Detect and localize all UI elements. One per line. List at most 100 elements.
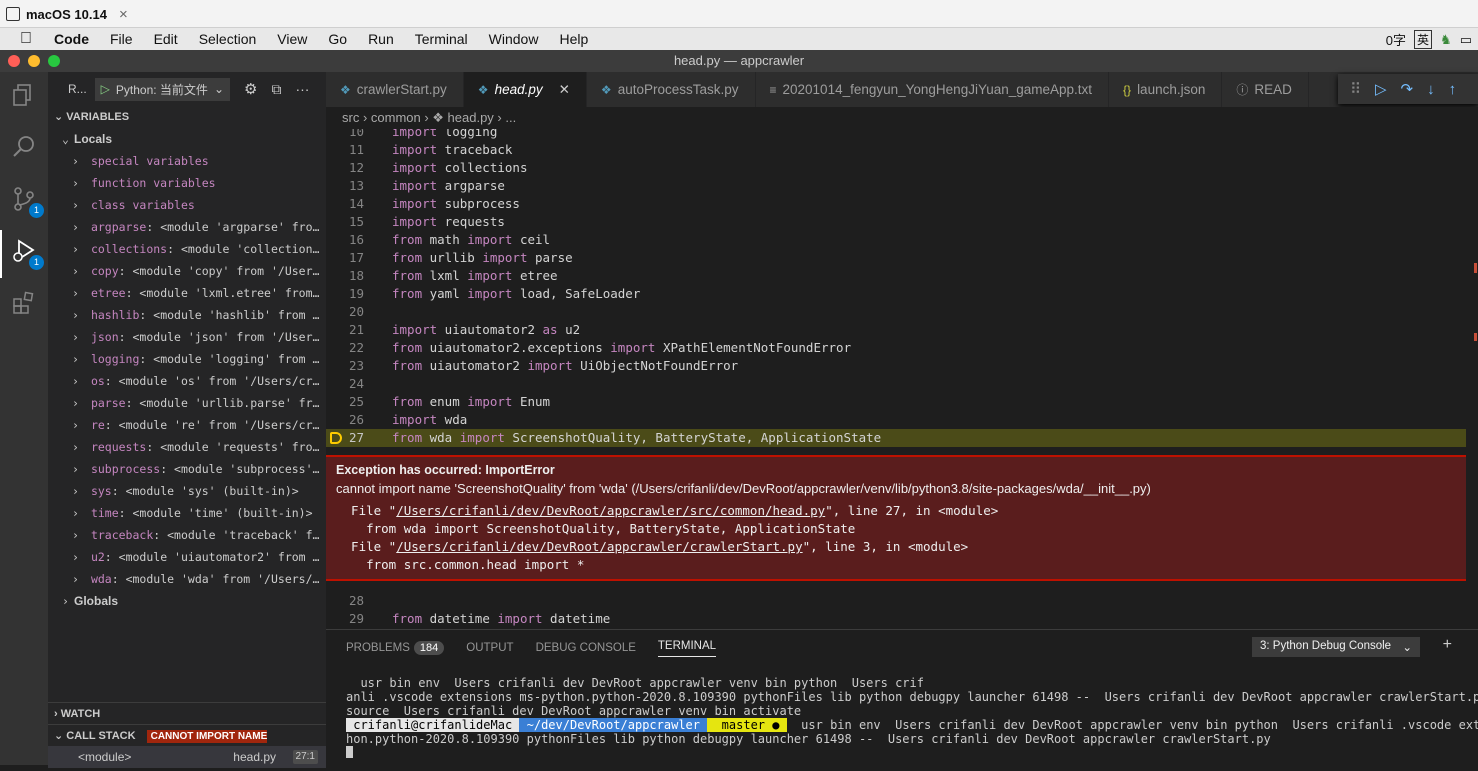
gear-icon[interactable]: ⚙ — [244, 80, 257, 98]
group-class-variables[interactable]: › class variables — [48, 194, 326, 216]
variable-row[interactable]: › logging: <module 'logging' from '/U... — [48, 348, 326, 370]
start-debug-icon[interactable]: ▷ — [101, 82, 110, 96]
variable-row[interactable]: › hashlib: <module 'hashlib' from '/U... — [48, 304, 326, 326]
search-icon[interactable] — [10, 134, 38, 162]
code-line[interactable]: 23 from uiautomator2 import UiObjectNotFo… — [326, 357, 1466, 375]
variable-row[interactable]: › collections: <module 'collections' ... — [48, 238, 326, 260]
menu-terminal[interactable]: Terminal — [415, 31, 468, 47]
menu-run[interactable]: Run — [368, 31, 394, 47]
code-line[interactable]: 29 from datetime import datetime — [326, 610, 1466, 628]
tab-launch-json[interactable]: {} launch.json — [1109, 72, 1223, 107]
ime-indicator[interactable]: 英 — [1414, 30, 1433, 49]
tab-read[interactable]: ⓘ READ — [1222, 72, 1309, 107]
watch-section-header[interactable]: › WATCH — [48, 702, 326, 724]
open-terminal-icon[interactable]: ⧉ — [271, 81, 281, 98]
overview-ruler[interactable] — [1472, 263, 1478, 343]
close-icon[interactable]: ✕ — [559, 82, 570, 98]
variable-row[interactable]: › json: <module 'json' from '/Users/c... — [48, 326, 326, 348]
run-debug-icon[interactable]: 1 — [10, 238, 44, 270]
apple-icon[interactable]:  — [20, 30, 40, 48]
word-count-status[interactable]: 0字 — [1386, 30, 1406, 49]
menu-extra-icon[interactable]: ▭ — [1460, 32, 1472, 48]
new-terminal-button[interactable]: + — [1443, 636, 1452, 654]
code-line[interactable]: 13 import argparse — [326, 177, 1466, 195]
menu-selection[interactable]: Selection — [199, 31, 257, 47]
variable-row[interactable]: › time: <module 'time' (built-in)> — [48, 502, 326, 524]
callstack-section-header[interactable]: ⌄ CALL STACK CANNOT IMPORT NAME 'SCREENS… — [48, 724, 326, 766]
code-line[interactable]: 16 from math import ceil — [326, 231, 1466, 249]
code-line[interactable]: 17 from urllib import parse — [326, 249, 1466, 267]
tab-problems[interactable]: PROBLEMS 184 — [346, 641, 445, 655]
step-out-icon[interactable]: ↑ — [1449, 81, 1457, 98]
group-special-variables[interactable]: › special variables — [48, 150, 326, 172]
group-function-variables[interactable]: › function variables — [48, 172, 326, 194]
launch-config-select[interactable]: ▷ Python: 当前文件 ⌄ — [94, 77, 230, 101]
variable-row[interactable]: › subprocess: <module 'subprocess' fr... — [48, 458, 326, 480]
close-window-button[interactable] — [8, 55, 20, 67]
variable-row[interactable]: › os: <module 'os' from '/Users/crifa... — [48, 370, 326, 392]
minimize-window-button[interactable] — [28, 55, 40, 67]
tab-debug-console[interactable]: DEBUG CONSOLE — [536, 642, 636, 654]
code-line[interactable]: 27 from wda import ScreenshotQuality, Bat… — [326, 429, 1466, 447]
variable-row[interactable]: › copy: <module 'copy' from '/Users/c... — [48, 260, 326, 282]
menu-window[interactable]: Window — [489, 31, 539, 47]
code-line[interactable]: 25 from enum import Enum — [326, 393, 1466, 411]
code-editor[interactable]: 10 import logging 11 import traceback 12 impo… — [326, 129, 1478, 629]
code-line[interactable]: 12 import collections — [326, 159, 1466, 177]
variable-row[interactable]: › u2: <module 'uiautomator2' from '/U... — [48, 546, 326, 568]
code-line[interactable]: 14 import subprocess — [326, 195, 1466, 213]
code-line[interactable]: 26 import wda — [326, 411, 1466, 429]
drag-handle-icon[interactable]: ⠿ — [1350, 80, 1361, 98]
code-line[interactable]: 15 import requests — [326, 213, 1466, 231]
code-line[interactable]: 18 from lxml import etree — [326, 267, 1466, 285]
code-line[interactable]: 28 — [326, 592, 1466, 610]
vm-tab[interactable]: macOS 10.14 × — [6, 3, 128, 25]
extensions-icon[interactable] — [10, 290, 38, 318]
variable-row[interactable]: › wda: <module 'wda' from '/Users/cri... — [48, 568, 326, 590]
menu-view[interactable]: View — [277, 31, 307, 47]
step-over-icon[interactable]: ↷ — [1401, 80, 1414, 98]
trace-link-crawlerstart[interactable]: /Users/crifanli/dev/DevRoot/appcrawler/c… — [396, 539, 802, 554]
tab-output[interactable]: OUTPUT — [466, 642, 513, 654]
code-line[interactable]: 19 from yaml import load, SafeLoader — [326, 285, 1466, 303]
close-icon[interactable]: × — [119, 6, 128, 23]
tab-head-py[interactable]: ❖ head.py ✕ — [463, 72, 587, 107]
code-line[interactable]: 10 import logging — [326, 129, 1466, 141]
menu-help[interactable]: Help — [559, 31, 588, 47]
trace-link-head[interactable]: /Users/crifanli/dev/DevRoot/appcrawler/s… — [396, 503, 825, 518]
tab-terminal[interactable]: TERMINAL — [657, 640, 717, 657]
zoom-window-button[interactable] — [48, 55, 60, 67]
locals-scope[interactable]: ⌄ Locals — [48, 128, 326, 150]
code-line[interactable]: 24 — [326, 375, 1466, 393]
menu-file[interactable]: File — [110, 31, 133, 47]
terminal-output[interactable]: usr bin env Users crifanli dev DevRoot a… — [346, 676, 1478, 760]
step-into-icon[interactable]: ↓ — [1427, 81, 1435, 98]
explorer-icon[interactable] — [10, 82, 38, 110]
tab-20201014-fengyun-yonghengjiyuan-gameapp-txt[interactable]: ≡ 20201014_fengyun_YongHengJiYuan_gameApp… — [756, 72, 1110, 107]
code-line[interactable]: 22 from uiautomator2.exceptions import XP… — [326, 339, 1466, 357]
variable-row[interactable]: › traceback: <module 'traceback' from... — [48, 524, 326, 546]
tab-autoprocesstask-py[interactable]: ❖ autoProcessTask.py — [587, 72, 756, 107]
menu-edit[interactable]: Edit — [154, 31, 178, 47]
variable-row[interactable]: › etree: <module 'lxml.etree' from '/... — [48, 282, 326, 304]
tab-crawlerstart-py[interactable]: ❖ crawlerStart.py — [326, 72, 464, 107]
variable-row[interactable]: › parse: <module 'urllib.parse' from ... — [48, 392, 326, 414]
code-line[interactable]: 11 import traceback — [326, 141, 1466, 159]
breadcrumb[interactable]: src › common › ❖ head.py › ... — [326, 107, 1478, 129]
variable-row[interactable]: › re: <module 're' from '/Users/crifa... — [48, 414, 326, 436]
terminal-select[interactable]: 3: Python Debug Console ⌄ — [1252, 637, 1420, 657]
line-number: 16 — [348, 232, 364, 247]
variable-row[interactable]: › requests: <module 'requests' from '... — [48, 436, 326, 458]
code-line[interactable]: 20 — [326, 303, 1466, 321]
continue-icon[interactable]: ▷ — [1375, 80, 1387, 98]
globals-scope[interactable]: › Globals — [48, 590, 326, 612]
app-status-icon[interactable]: ♞ — [1440, 32, 1452, 48]
variables-section-header[interactable]: ⌄ VARIABLES — [48, 106, 326, 128]
menu-go[interactable]: Go — [328, 31, 347, 47]
variable-row[interactable]: › sys: <module 'sys' (built-in)> — [48, 480, 326, 502]
variable-row[interactable]: › argparse: <module 'argparse' from '... — [48, 216, 326, 238]
menu-code[interactable]: Code — [54, 31, 89, 47]
more-actions-icon[interactable]: ··· — [295, 81, 309, 97]
code-line[interactable]: 21 import uiautomator2 as u2 — [326, 321, 1466, 339]
source-control-icon[interactable]: 1 — [10, 186, 44, 218]
